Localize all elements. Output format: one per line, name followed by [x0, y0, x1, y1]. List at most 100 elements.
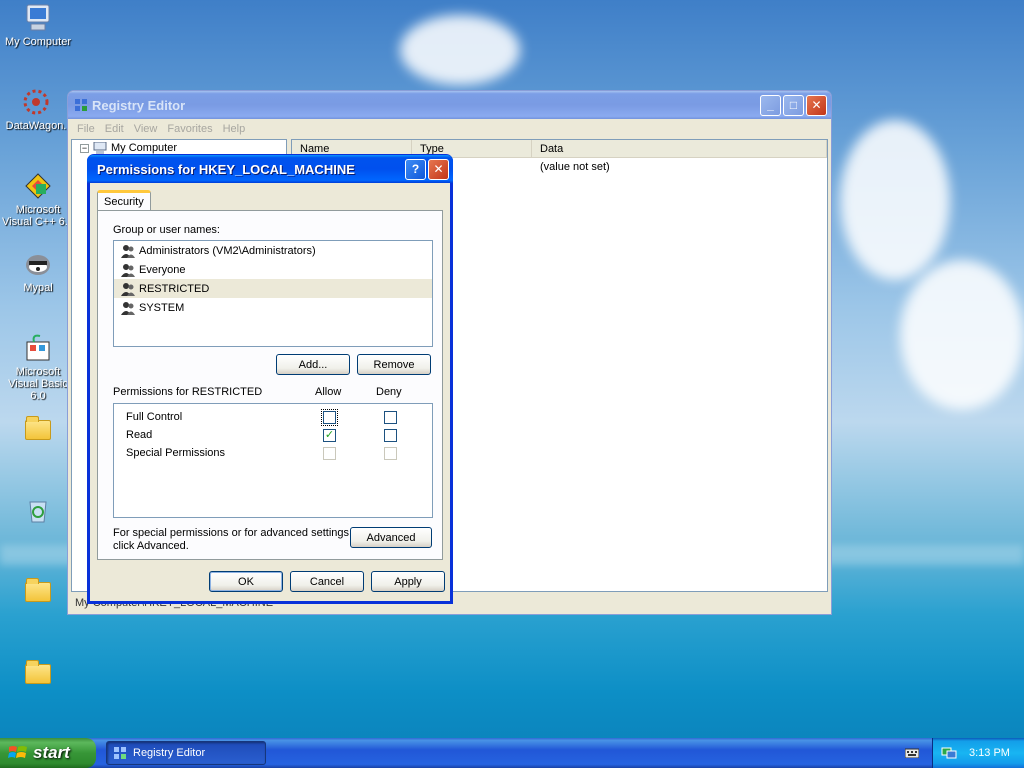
security-tab-panel: Group or user names: Administrators (VM2…: [97, 210, 443, 560]
registry-editor-icon: [114, 747, 126, 759]
help-button[interactable]: ?: [405, 158, 426, 180]
visual-basic-icon: [26, 334, 50, 361]
desktop-icon-my-computer[interactable]: My Computer: [0, 2, 76, 48]
user-name: Administrators (VM2\Administrators): [139, 244, 316, 257]
permission-name: Special Permissions: [126, 447, 226, 459]
desktop-icon-datawagon[interactable]: DataWagon.: [0, 86, 74, 132]
folder-icon: [25, 578, 51, 602]
user-row[interactable]: Administrators (VM2\Administrators): [114, 241, 432, 260]
wallpaper-cloud: [840, 120, 950, 280]
windows-logo-icon: [8, 746, 27, 758]
group-names-label: Group or user names:: [113, 224, 220, 236]
registry-editor-titlebar[interactable]: Registry Editor _ □ ✕: [68, 91, 831, 119]
collapse-icon[interactable]: −: [80, 143, 89, 153]
taskbar-item-label: Registry Editor: [133, 747, 206, 759]
wallpaper-cloud: [400, 15, 520, 85]
permission-row: Special Permissions: [114, 444, 432, 462]
clock[interactable]: 3:13 PM: [969, 747, 1010, 759]
desktop-icon-visual-basic[interactable]: Microsoft Visual Basic 6.0: [0, 332, 76, 402]
computer-icon: [93, 142, 107, 154]
dialog-title: Permissions for HKEY_LOCAL_MACHINE: [97, 161, 355, 177]
visual-cpp-icon: [25, 173, 51, 199]
desktop-icon-folder[interactable]: [0, 576, 76, 602]
menu-bar: File Edit View Favorites Help: [68, 119, 831, 139]
keyboard-icon[interactable]: [905, 747, 919, 758]
user-group-icon: [121, 282, 135, 296]
desktop-icon-folder[interactable]: [0, 658, 76, 684]
permission-name: Full Control: [126, 411, 183, 423]
my-computer-icon: [26, 4, 50, 31]
permission-row: Read ✓: [114, 426, 432, 444]
user-group-icon: [121, 244, 135, 258]
desktop-icon-mypal[interactable]: Mypal: [0, 248, 76, 294]
taskbar-item-registry-editor[interactable]: Registry Editor: [106, 741, 266, 765]
mypal-icon: [26, 255, 50, 275]
row-data: (value not set): [540, 161, 610, 173]
desktop-icon-label: Microsoft Visual C++ 6.0: [2, 204, 74, 228]
start-button[interactable]: start: [0, 738, 96, 768]
desktop-icon-label: Mypal: [23, 282, 53, 294]
menu-edit[interactable]: Edit: [100, 123, 129, 135]
maximize-icon: □: [789, 98, 798, 112]
tab-strip: Security: [97, 190, 151, 211]
start-label: start: [33, 743, 70, 762]
permission-row: Full Control: [114, 408, 432, 426]
allow-checkbox[interactable]: ✓: [323, 429, 336, 442]
minimize-button[interactable]: _: [760, 94, 781, 116]
user-name: RESTRICTED: [139, 282, 210, 295]
close-button[interactable]: ✕: [806, 94, 827, 116]
user-row[interactable]: RESTRICTED: [114, 279, 432, 298]
user-name: SYSTEM: [139, 301, 185, 314]
taskbar: start Registry Editor 3:13 PM: [0, 738, 1024, 768]
user-row[interactable]: SYSTEM: [114, 298, 432, 317]
folder-icon: [25, 416, 51, 440]
desktop-icon-folder[interactable]: [0, 414, 76, 440]
registry-editor-icon: [75, 99, 87, 111]
deny-column-label: Deny: [376, 386, 402, 398]
desktop-icon-label: Microsoft Visual Basic 6.0: [8, 366, 68, 402]
permissions-dialog[interactable]: Permissions for HKEY_LOCAL_MACHINE ? ✕ S…: [87, 154, 453, 604]
user-name: Everyone: [139, 263, 186, 276]
menu-favorites[interactable]: Favorites: [162, 123, 217, 135]
tab-security[interactable]: Security: [97, 190, 151, 211]
permissions-for-label: Permissions for RESTRICTED: [113, 386, 263, 398]
deny-checkbox[interactable]: [384, 411, 397, 424]
deny-checkbox: [384, 447, 397, 460]
permission-name: Read: [126, 429, 153, 441]
network-icon[interactable]: [941, 746, 957, 760]
permissions-dialog-titlebar[interactable]: Permissions for HKEY_LOCAL_MACHINE ? ✕: [87, 155, 453, 183]
menu-file[interactable]: File: [72, 123, 100, 135]
maximize-button[interactable]: □: [783, 94, 804, 116]
datawagon-icon: [23, 89, 49, 115]
allow-column-label: Allow: [315, 386, 342, 398]
desktop-icon-recycle-bin[interactable]: [0, 494, 76, 528]
recycle-bin-icon: [29, 501, 47, 523]
menu-help[interactable]: Help: [218, 123, 251, 135]
apply-button[interactable]: Apply: [371, 571, 445, 592]
permissions-list[interactable]: Full Control Read ✓ Special Permissions: [113, 403, 433, 518]
desktop-icon-visual-cpp[interactable]: Microsoft Visual C++ 6.0: [0, 170, 76, 228]
add-button[interactable]: Add...: [276, 354, 350, 375]
column-data[interactable]: Data: [532, 140, 827, 157]
user-row[interactable]: Everyone: [114, 260, 432, 279]
folder-icon: [25, 660, 51, 684]
close-icon: ✕: [433, 162, 444, 176]
dialog-close-button[interactable]: ✕: [428, 158, 449, 180]
close-icon: ✕: [811, 98, 822, 112]
user-group-icon: [121, 301, 135, 315]
menu-view[interactable]: View: [129, 123, 163, 135]
cancel-button[interactable]: Cancel: [290, 571, 364, 592]
advanced-hint: For special permissions or for advanced …: [113, 527, 353, 552]
wallpaper-cloud: [900, 260, 1024, 410]
allow-checkbox[interactable]: [321, 409, 338, 426]
user-list[interactable]: Administrators (VM2\Administrators) Every…: [113, 240, 433, 347]
deny-checkbox[interactable]: [384, 429, 397, 442]
ok-button[interactable]: OK: [209, 571, 283, 592]
remove-button[interactable]: Remove: [357, 354, 431, 375]
system-tray: 3:13 PM: [932, 738, 1024, 768]
tree-item-label: My Computer: [111, 142, 178, 154]
advanced-button[interactable]: Advanced: [350, 527, 432, 548]
allow-checkbox: [323, 447, 336, 460]
window-title: Registry Editor: [92, 97, 186, 113]
desktop-icon-label: My Computer: [4, 36, 72, 48]
